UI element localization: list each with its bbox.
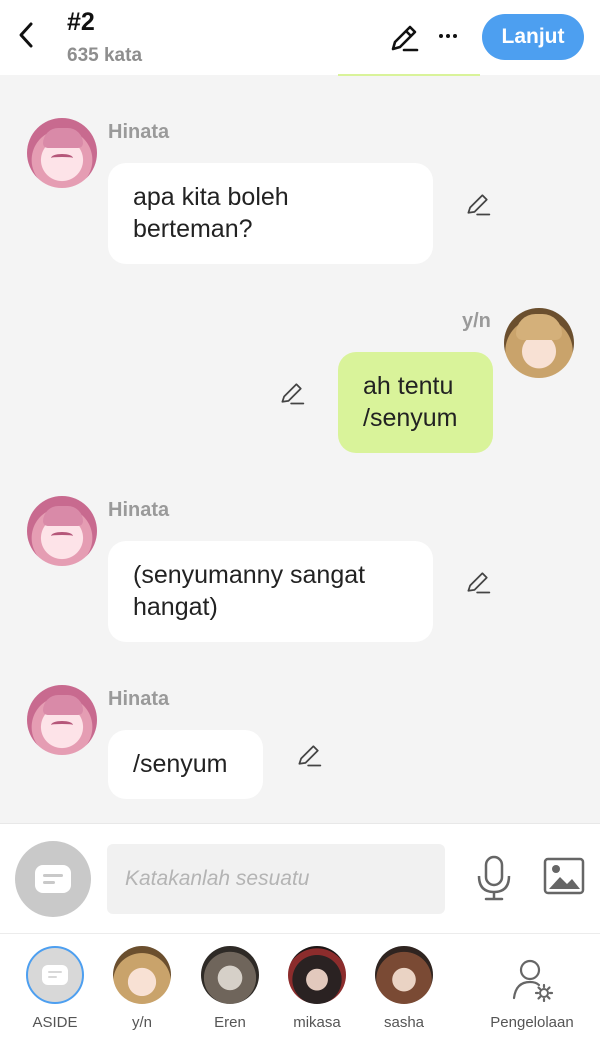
avatar-hinata[interactable] <box>27 118 97 188</box>
chapter-title: #2 <box>67 8 95 36</box>
manage-characters-button[interactable]: Pengelolaan <box>487 958 577 1031</box>
chevron-left-icon <box>19 22 33 48</box>
message-bubble[interactable]: (senyumanny sangat hangat) <box>108 541 433 642</box>
scrolled-bubble-edge <box>338 74 480 76</box>
pencil-icon <box>298 745 322 767</box>
character-aside[interactable]: ASIDE <box>25 946 85 1031</box>
avatar <box>375 946 433 1004</box>
character-label: mikasa <box>293 1014 341 1031</box>
message-input[interactable] <box>107 844 445 914</box>
message-icon <box>42 965 68 985</box>
avatar-hinata[interactable] <box>27 685 97 755</box>
edit-title-button[interactable] <box>388 22 420 54</box>
sender-name: Hinata <box>108 499 170 521</box>
avatar <box>288 946 346 1004</box>
character-eren[interactable]: Eren <box>200 946 260 1031</box>
character-bar: ASIDE y/n Eren mikasa sasha Pengelolaan <box>0 933 600 1041</box>
aside-avatar <box>26 946 84 1004</box>
aside-toggle-button[interactable] <box>15 841 91 917</box>
edit-message-button[interactable] <box>464 568 494 598</box>
message-bubble[interactable]: apa kita boleh berteman? <box>108 163 433 264</box>
image-icon <box>543 857 585 895</box>
avatar <box>201 946 259 1004</box>
message-line: hangat) <box>133 593 218 621</box>
message-line: ah tentu <box>363 372 454 400</box>
sender-name: Hinata <box>108 688 170 710</box>
message-icon <box>35 865 71 893</box>
message-line: berteman? <box>133 215 253 243</box>
avatar <box>113 946 171 1004</box>
edit-message-button[interactable] <box>464 190 494 220</box>
message-line: /senyum <box>133 750 228 778</box>
avatar-hinata[interactable] <box>27 496 97 566</box>
dot <box>439 34 443 38</box>
message-bubble[interactable]: /senyum <box>108 730 263 799</box>
composer-bar <box>0 823 600 933</box>
pencil-icon <box>467 572 491 594</box>
edit-message-button[interactable] <box>278 379 308 409</box>
avatar-yn[interactable] <box>504 308 574 378</box>
message-line: (senyumanny sangat <box>133 561 366 589</box>
word-count: 635 kata <box>67 45 143 66</box>
more-options-button[interactable] <box>432 20 464 52</box>
dot <box>446 34 450 38</box>
microphone-icon <box>477 855 511 901</box>
character-label: y/n <box>131 1014 152 1031</box>
pencil-icon <box>281 383 305 405</box>
edit-message-button[interactable] <box>295 741 325 771</box>
dot <box>453 34 457 38</box>
character-mikasa[interactable]: mikasa <box>287 946 347 1031</box>
next-button[interactable]: Lanjut <box>482 14 584 60</box>
message-bubble[interactable]: ah tentu /senyum <box>338 352 493 453</box>
character-label: Eren <box>214 1014 246 1031</box>
microphone-button[interactable] <box>474 854 514 902</box>
message-line: apa kita boleh <box>133 183 289 211</box>
character-label: sasha <box>383 1014 425 1031</box>
character-sasha[interactable]: sasha <box>374 946 434 1031</box>
message-line: /senyum <box>363 404 458 432</box>
sender-name: Hinata <box>108 121 170 143</box>
character-yn[interactable]: y/n <box>112 946 172 1031</box>
image-button[interactable] <box>542 856 586 896</box>
pencil-icon <box>391 25 419 52</box>
user-settings-icon <box>512 959 554 1002</box>
pencil-icon <box>467 194 491 216</box>
sender-name: y/n <box>462 310 491 332</box>
manage-label: Pengelolaan <box>490 1014 574 1031</box>
character-label: ASIDE <box>32 1014 78 1031</box>
top-bar: #2 635 kata Lanjut <box>0 0 600 75</box>
back-button[interactable] <box>12 18 40 52</box>
